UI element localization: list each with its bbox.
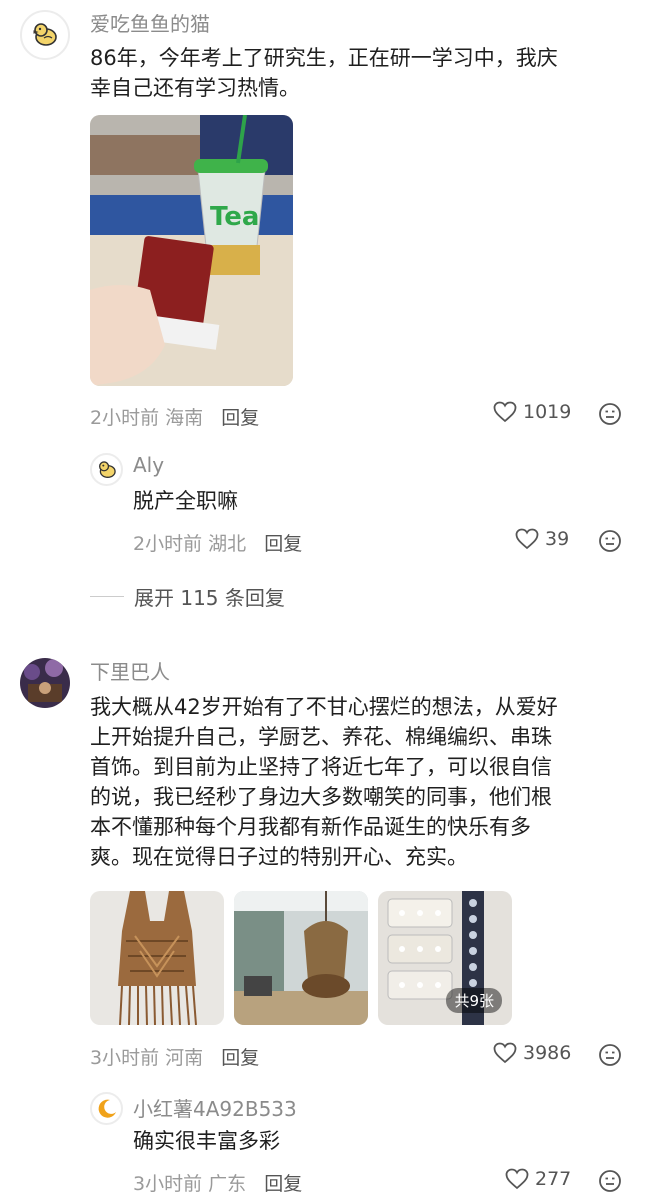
reply-button[interactable]: 回复 [221,1047,259,1069]
heart-icon [515,528,539,550]
like-count: 3986 [523,1042,572,1064]
moon-avatar-icon [98,1099,116,1118]
reply-username[interactable]: 小红薯4A92B533 [133,1093,297,1122]
avatar[interactable] [20,10,70,60]
reply-text: 脱产全职嘛 [133,489,238,513]
location: 广东 [208,1173,247,1195]
timestamp: 2小时前 [90,407,160,429]
svg-text:Tea: Tea [210,202,259,232]
reply-username[interactable]: Aly [133,453,164,477]
reply-text: 确实很丰富多彩 [133,1129,280,1153]
comment-photo[interactable] [234,891,368,1025]
location: 海南 [165,407,204,429]
reply-avatar[interactable] [90,453,123,486]
reply-avatar[interactable] [90,1092,123,1125]
divider [90,596,124,597]
username[interactable]: 下里巴人 [90,656,170,685]
timestamp: 3小时前 [90,1047,160,1069]
location: 湖北 [208,533,247,555]
timestamp: 2小时前 [133,533,203,555]
like-button[interactable]: 3986 [493,1042,571,1064]
hanging-chair-photo [234,891,368,1025]
heart-icon [493,1042,517,1064]
comment-photo[interactable]: 共9张 [378,891,512,1025]
timestamp: 3小时前 [133,1173,203,1195]
duck-avatar-icon [33,23,57,46]
reply-meta: 2小时前 湖北 回复 [133,529,302,556]
comment-meta: 2小时前 海南 回复 [90,403,259,430]
image-count-badge: 共9张 [446,988,502,1013]
location: 河南 [165,1047,204,1069]
reply-button[interactable]: 回复 [264,1173,302,1195]
like-button[interactable]: 39 [515,528,569,550]
comment-photo[interactable] [90,891,224,1025]
like-count: 1019 [523,401,572,423]
comment-meta: 3小时前 河南 回复 [90,1043,259,1070]
dislike-face-icon[interactable] [598,529,622,553]
user-photo-avatar [20,658,70,708]
macrame-top-photo [90,891,224,1025]
expand-replies-button[interactable]: 展开 115 条回复 [90,582,285,611]
reply-meta: 3小时前 广东 回复 [133,1169,302,1196]
dislike-face-icon[interactable] [598,1043,622,1067]
like-button[interactable]: 1019 [493,401,571,423]
comment-text: 我大概从42岁开始有了不甘心摆烂的想法，从爱好 上开始提升自己，学厨艺、养花、棉… [90,695,558,869]
dislike-face-icon[interactable] [598,1169,622,1193]
username[interactable]: 爱吃鱼鱼的猫 [90,8,210,37]
heart-icon [493,401,517,423]
comment-photo[interactable]: Tea [90,115,293,386]
duck-avatar-icon [98,460,116,478]
like-count: 277 [535,1168,572,1190]
student-id-photo: Tea [90,115,293,386]
like-count: 39 [545,528,570,550]
reply-button[interactable]: 回复 [264,533,302,555]
heart-icon [505,1168,529,1190]
like-button[interactable]: 277 [505,1168,571,1190]
reply-button[interactable]: 回复 [221,407,259,429]
comment-text: 86年，今年考上了研究生，正在研一学习中，我庆 幸自己还有学习热情。 [90,46,558,100]
expand-label: 展开 115 条回复 [134,586,285,610]
avatar[interactable] [20,658,70,708]
dislike-face-icon[interactable] [598,402,622,426]
